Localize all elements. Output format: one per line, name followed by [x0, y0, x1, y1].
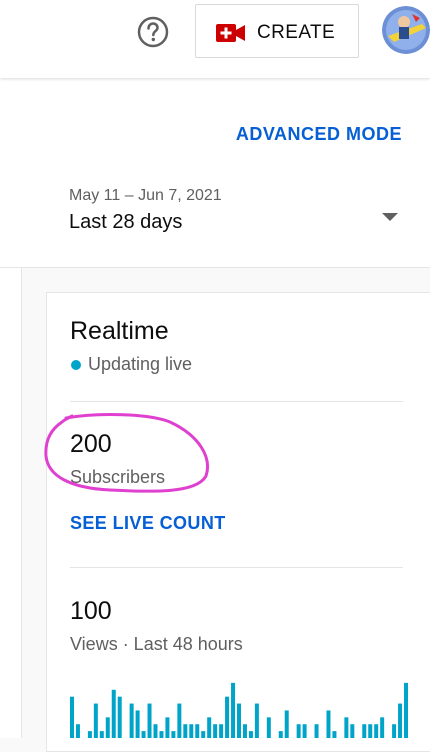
chart-bar: [231, 682, 236, 738]
chart-bar: [332, 731, 337, 738]
chart-bar: [374, 724, 379, 738]
help-icon[interactable]: [136, 15, 170, 49]
chevron-down-icon[interactable]: [382, 213, 398, 221]
chart-bar: [93, 703, 98, 738]
date-range-selector[interactable]: May 11 – Jun 7, 2021 Last 28 days: [0, 173, 430, 243]
chart-bar: [195, 724, 200, 738]
create-button-label: CREATE: [257, 22, 336, 43]
side-panel-edge: [0, 268, 22, 738]
chart-bar: [177, 703, 182, 738]
video-camera-plus-icon: [216, 24, 245, 42]
chart-bar: [404, 682, 409, 738]
chart-bar: [350, 724, 355, 738]
chart-bar: [219, 724, 224, 738]
chart-bar: [201, 731, 206, 738]
chart-bar: [398, 703, 403, 738]
subscribers-value: 200: [70, 430, 112, 458]
chart-bar: [87, 731, 92, 738]
chart-bar: [248, 731, 253, 738]
chart-bar: [225, 696, 230, 738]
live-status-dot-icon: [71, 360, 81, 370]
chart-bar: [207, 717, 212, 738]
chart-bar: [171, 731, 176, 738]
divider: [70, 567, 403, 568]
create-button[interactable]: CREATE: [195, 4, 359, 58]
views-value: 100: [70, 597, 112, 625]
advanced-mode-link[interactable]: ADVANCED MODE: [236, 124, 402, 145]
chart-bar: [105, 717, 110, 738]
chart-bar: [117, 696, 122, 738]
chart-bar: [165, 717, 170, 738]
chart-bar: [69, 696, 74, 738]
chart-bar: [284, 710, 289, 738]
chart-bar: [213, 724, 218, 738]
chart-bar: [392, 724, 397, 738]
live-status-text: Updating live: [88, 354, 193, 374]
chart-bar: [314, 724, 319, 738]
views-bar-chart: [69, 682, 409, 738]
views-label: Views · Last 48 hours: [70, 634, 243, 654]
divider: [70, 401, 403, 402]
chart-bar: [129, 703, 134, 738]
chart-bar: [75, 724, 80, 738]
chart-bar: [368, 724, 373, 738]
chart-bar: [380, 717, 385, 738]
realtime-title: Realtime: [70, 317, 169, 345]
date-period-text: Last 28 days: [69, 211, 183, 233]
chart-bar: [254, 703, 259, 738]
chart-bar: [189, 724, 194, 738]
chart-bar: [326, 710, 331, 738]
avatar[interactable]: [382, 6, 430, 54]
chart-bar: [362, 724, 367, 738]
see-live-count-link[interactable]: SEE LIVE COUNT: [70, 513, 226, 534]
subscribers-label: Subscribers: [70, 467, 166, 487]
chart-bar: [237, 703, 241, 738]
chart-bar: [153, 724, 158, 738]
top-bar: CREATE: [0, 0, 430, 78]
analytics-header: ADVANCED MODE May 11 – Jun 7, 2021 Last …: [0, 78, 430, 268]
date-range-text: May 11 – Jun 7, 2021: [69, 187, 222, 204]
chart-bar: [296, 724, 301, 738]
chart-bar: [111, 689, 116, 738]
chart-bar: [302, 724, 307, 738]
chart-bar: [278, 731, 283, 738]
chart-bar: [344, 717, 349, 738]
chart-bar: [99, 731, 104, 738]
chart-bar: [147, 703, 152, 738]
chart-bar: [242, 724, 247, 738]
chart-bar: [135, 710, 140, 738]
chart-bar: [159, 731, 164, 738]
chart-bar: [183, 724, 188, 738]
chart-bar: [141, 731, 146, 738]
chart-bar: [266, 717, 271, 738]
